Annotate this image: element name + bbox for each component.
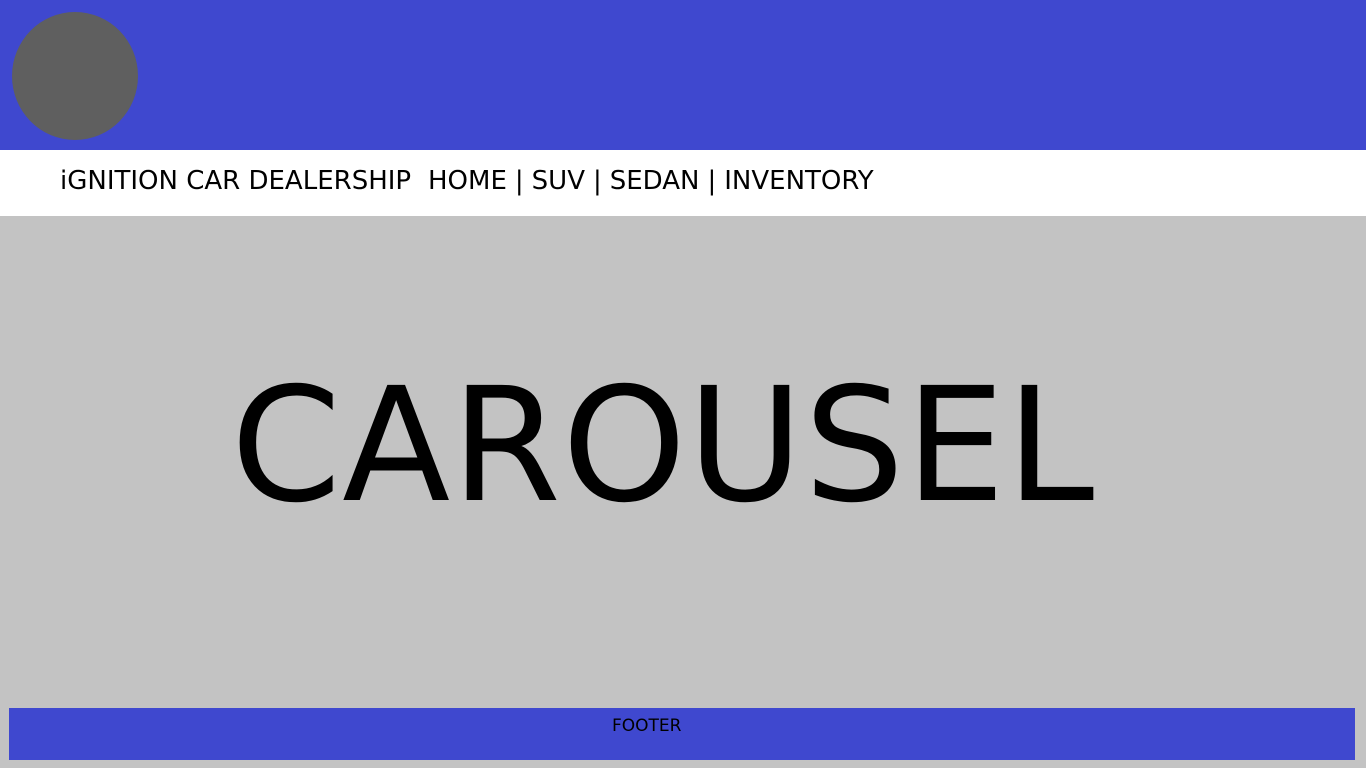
nav-separator: | <box>514 166 524 196</box>
nav-suv-link[interactable]: SUV <box>532 164 585 198</box>
main-nav: HOME | SUV | SEDAN | INVENTORY <box>428 164 874 198</box>
footer: FOOTER <box>9 708 1355 760</box>
nav-separator: | <box>707 166 717 196</box>
carousel-title: CAROUSEL <box>230 354 1096 538</box>
brand-name: iGNITION CAR DEALERSHIP <box>60 166 412 196</box>
footer-text: FOOTER <box>612 716 682 736</box>
header <box>0 0 1366 150</box>
page: iGNITION CAR DEALERSHIP HOME | SUV | SED… <box>0 0 1366 768</box>
nav-separator: | <box>592 166 602 196</box>
carousel[interactable]: CAROUSEL <box>0 216 1366 708</box>
nav-home-link[interactable]: HOME <box>428 164 507 198</box>
nav-sedan-link[interactable]: SEDAN <box>610 164 700 198</box>
nav-inventory-link[interactable]: INVENTORY <box>724 164 873 198</box>
logo-placeholder[interactable] <box>12 12 138 140</box>
